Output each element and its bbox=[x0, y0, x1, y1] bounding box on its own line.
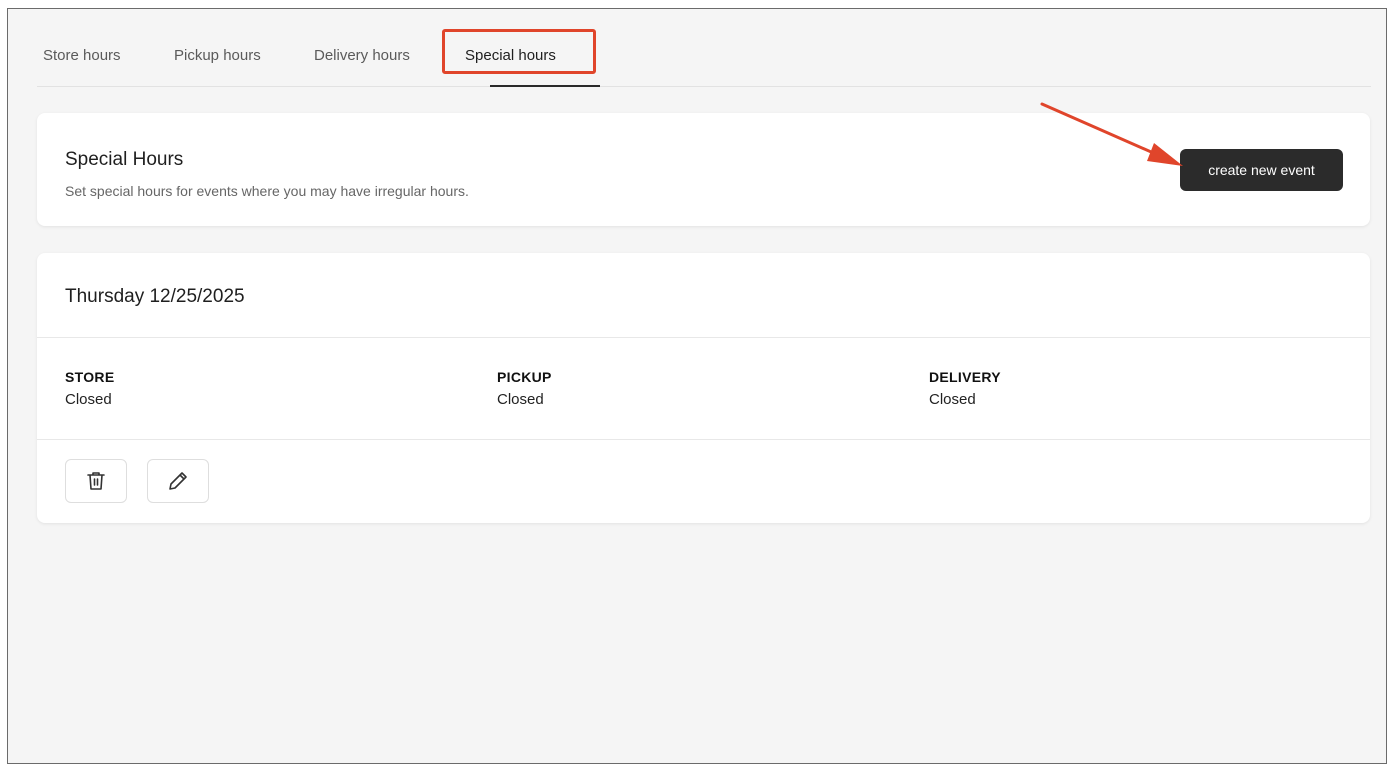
pickup-value: Closed bbox=[497, 391, 544, 408]
trash-icon bbox=[87, 472, 105, 490]
pickup-label: PICKUP bbox=[497, 369, 552, 385]
delete-event-button[interactable] bbox=[65, 459, 127, 503]
event-date: Thursday 12/25/2025 bbox=[65, 286, 245, 307]
tab-delivery-hours[interactable]: Delivery hours bbox=[314, 47, 410, 64]
edit-event-button[interactable] bbox=[147, 459, 209, 503]
event-divider-bottom bbox=[37, 439, 1370, 440]
annotation-arrow-icon bbox=[1040, 102, 1183, 166]
app-frame: Store hours Pickup hours Delivery hours … bbox=[7, 8, 1387, 764]
store-hours-column: STORE Closed bbox=[65, 369, 114, 408]
create-new-event-button[interactable]: create new event bbox=[1180, 149, 1343, 191]
pickup-hours-column: PICKUP Closed bbox=[497, 369, 552, 408]
tab-bar: Store hours Pickup hours Delivery hours … bbox=[37, 9, 1371, 87]
event-divider-top bbox=[37, 337, 1370, 338]
delivery-hours-column: DELIVERY Closed bbox=[929, 369, 1001, 408]
delivery-value: Closed bbox=[929, 391, 976, 408]
section-title: Special Hours bbox=[65, 149, 184, 170]
annotation-highlight-box bbox=[442, 29, 596, 74]
store-value: Closed bbox=[65, 391, 112, 408]
pencil-icon bbox=[169, 472, 187, 490]
delivery-label: DELIVERY bbox=[929, 369, 1001, 385]
event-card: Thursday 12/25/2025 STORE Closed PICKUP … bbox=[37, 253, 1370, 523]
tab-store-hours[interactable]: Store hours bbox=[43, 47, 121, 64]
store-label: STORE bbox=[65, 369, 115, 385]
tab-pickup-hours[interactable]: Pickup hours bbox=[174, 47, 261, 64]
active-tab-indicator bbox=[490, 85, 600, 87]
section-description: Set special hours for events where you m… bbox=[65, 183, 469, 199]
